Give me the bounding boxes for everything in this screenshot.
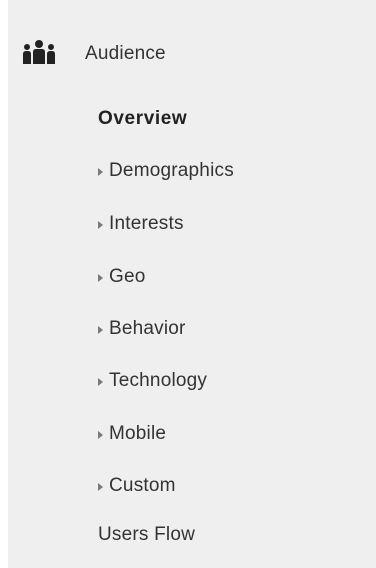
sidebar-item-geo[interactable]: Geo	[98, 262, 146, 292]
sidebar-section-label: Audience	[85, 43, 166, 64]
sidebar-item-technology[interactable]: Technology	[98, 366, 207, 396]
caret-right-icon	[98, 274, 103, 282]
sidebar-section-audience[interactable]: Audience	[8, 30, 376, 80]
sidebar-item-label: Behavior	[109, 318, 186, 339]
sidebar-item-demographics[interactable]: Demographics	[98, 156, 234, 186]
sidebar-item-interests[interactable]: Interests	[98, 209, 184, 239]
caret-right-icon	[98, 221, 103, 229]
sidebar-item-label: Users Flow	[98, 524, 196, 545]
caret-right-icon	[98, 168, 103, 176]
sidebar-item-mobile[interactable]: Mobile	[98, 419, 166, 449]
sidebar-item-label: Technology	[109, 370, 208, 391]
sidebar-panel: Audience Overview Demographics Interests…	[8, 0, 376, 568]
sidebar-item-users-flow[interactable]: Users Flow	[98, 520, 195, 550]
sidebar-item-label: Interests	[109, 213, 184, 234]
sidebar-item-custom[interactable]: Custom	[98, 471, 176, 501]
sidebar-item-label: Mobile	[109, 423, 167, 444]
sidebar-item-overview[interactable]: Overview	[98, 104, 187, 134]
sidebar-item-label: Geo	[109, 266, 146, 287]
caret-right-icon	[98, 431, 103, 439]
sidebar-item-behavior[interactable]: Behavior	[98, 314, 186, 344]
caret-right-icon	[98, 378, 103, 386]
caret-right-icon	[98, 483, 103, 491]
sidebar-item-label: Custom	[109, 475, 176, 496]
sidebar-item-label: Demographics	[109, 160, 234, 181]
sidebar-item-label: Overview	[98, 108, 188, 129]
caret-right-icon	[98, 326, 103, 334]
audience-people-icon	[22, 39, 56, 65]
